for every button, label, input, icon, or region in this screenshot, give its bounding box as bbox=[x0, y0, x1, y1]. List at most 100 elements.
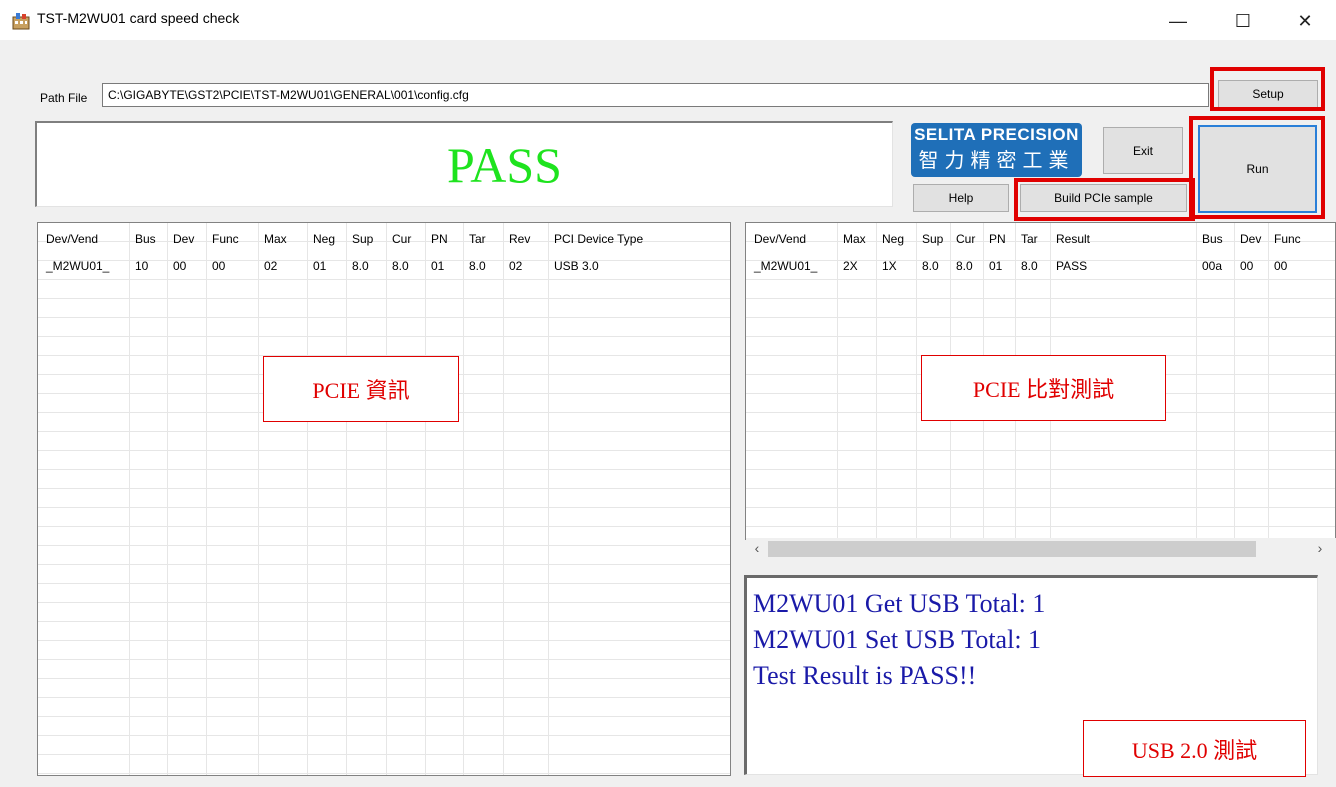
horizontal-scrollbar[interactable]: ‹ › bbox=[746, 538, 1336, 560]
grid-column-line bbox=[837, 223, 838, 539]
table-cell[interactable]: PASS bbox=[1056, 259, 1087, 273]
result-display: PASS bbox=[35, 121, 893, 207]
app-icon bbox=[12, 13, 30, 30]
grid-row-line bbox=[38, 432, 730, 451]
grid-row-line bbox=[38, 337, 730, 356]
help-button[interactable]: Help bbox=[913, 184, 1009, 212]
log-line: M2WU01 Get USB Total: 1 bbox=[753, 589, 1046, 618]
column-header[interactable]: Neg bbox=[313, 232, 335, 246]
table-cell[interactable]: 8.0 bbox=[922, 259, 939, 273]
column-header[interactable]: Bus bbox=[135, 232, 156, 246]
grid-column-line bbox=[346, 223, 347, 775]
grid-row-line bbox=[38, 489, 730, 508]
minimize-button[interactable]: — bbox=[1155, 6, 1201, 36]
column-header[interactable]: Dev/Vend bbox=[754, 232, 806, 246]
table-cell[interactable]: 8.0 bbox=[956, 259, 973, 273]
scroll-left-arrow-icon[interactable]: ‹ bbox=[749, 540, 765, 558]
table-cell[interactable]: 02 bbox=[264, 259, 277, 273]
column-header[interactable]: PN bbox=[431, 232, 448, 246]
table-cell[interactable]: USB 3.0 bbox=[554, 259, 599, 273]
column-header[interactable]: Neg bbox=[882, 232, 904, 246]
grid-row-line bbox=[38, 736, 730, 755]
title-bar: TST-M2WU01 card speed check — ☐ ✕ bbox=[0, 0, 1336, 40]
grid-column-line bbox=[1268, 223, 1269, 539]
logo-english: SELITA PRECISION bbox=[914, 125, 1079, 144]
table-cell[interactable]: _M2WU01_ bbox=[46, 259, 109, 273]
table-cell[interactable]: 00 bbox=[173, 259, 186, 273]
scroll-thumb[interactable] bbox=[768, 541, 1256, 557]
grid-row-line bbox=[38, 698, 730, 717]
grid-column-line bbox=[258, 223, 259, 775]
grid-row-line bbox=[38, 717, 730, 736]
grid-row-line bbox=[746, 470, 1335, 489]
close-button[interactable]: ✕ bbox=[1282, 6, 1328, 36]
column-header[interactable]: PCI Device Type bbox=[554, 232, 643, 246]
column-header[interactable]: Dev bbox=[1240, 232, 1261, 246]
column-header[interactable]: Rev bbox=[509, 232, 530, 246]
column-header[interactable]: Func bbox=[212, 232, 239, 246]
grid-row-line bbox=[746, 489, 1335, 508]
path-file-input[interactable]: C:\GIGABYTE\GST2\PCIE\TST-M2WU01\GENERAL… bbox=[102, 83, 1209, 107]
column-header[interactable]: Result bbox=[1056, 232, 1090, 246]
grid-row-line bbox=[38, 660, 730, 679]
column-header[interactable]: Max bbox=[843, 232, 866, 246]
grid-row-line bbox=[38, 584, 730, 603]
table-cell[interactable]: 01 bbox=[431, 259, 444, 273]
grid-row-line bbox=[38, 565, 730, 584]
column-header[interactable]: Bus bbox=[1202, 232, 1223, 246]
log-line: M2WU01 Set USB Total: 1 bbox=[753, 625, 1042, 654]
grid-column-line bbox=[876, 223, 877, 539]
path-file-label: Path File bbox=[40, 91, 88, 105]
column-header[interactable]: Sup bbox=[352, 232, 373, 246]
column-header[interactable]: PN bbox=[989, 232, 1006, 246]
table-cell[interactable]: 10 bbox=[135, 259, 148, 273]
grid-column-line bbox=[386, 223, 387, 775]
grid-row-line bbox=[38, 280, 730, 299]
table-cell[interactable]: 01 bbox=[989, 259, 1002, 273]
table-cell[interactable]: 00 bbox=[212, 259, 225, 273]
table-cell[interactable]: 00 bbox=[1240, 259, 1253, 273]
column-header[interactable]: Sup bbox=[922, 232, 943, 246]
grid-row-line bbox=[38, 299, 730, 318]
grid-column-line bbox=[307, 223, 308, 775]
column-header[interactable]: Cur bbox=[956, 232, 975, 246]
table-cell[interactable]: 1X bbox=[882, 259, 897, 273]
table-cell[interactable]: 2X bbox=[843, 259, 858, 273]
column-header[interactable]: Dev bbox=[173, 232, 194, 246]
table-cell[interactable]: 8.0 bbox=[392, 259, 409, 273]
grid-row-line bbox=[38, 755, 730, 774]
exit-button[interactable]: Exit bbox=[1103, 127, 1183, 174]
build-pcie-sample-button[interactable]: Build PCIe sample bbox=[1020, 184, 1187, 212]
grid-row-line bbox=[38, 546, 730, 565]
setup-button[interactable]: Setup bbox=[1218, 80, 1318, 108]
table-cell[interactable]: 01 bbox=[313, 259, 326, 273]
result-text: PASS bbox=[447, 136, 562, 193]
column-header[interactable]: Func bbox=[1274, 232, 1301, 246]
table-cell[interactable]: 8.0 bbox=[469, 259, 486, 273]
annotation-usb-test: USB 2.0 測試 bbox=[1083, 720, 1306, 777]
grid-row-line bbox=[38, 470, 730, 489]
column-header[interactable]: Cur bbox=[392, 232, 411, 246]
table-cell[interactable]: 8.0 bbox=[1021, 259, 1038, 273]
column-header[interactable]: Max bbox=[264, 232, 287, 246]
scroll-right-arrow-icon[interactable]: › bbox=[1312, 540, 1328, 558]
window-title: TST-M2WU01 card speed check bbox=[37, 10, 240, 26]
grid-row-line bbox=[746, 432, 1335, 451]
column-header[interactable]: Dev/Vend bbox=[46, 232, 98, 246]
run-button[interactable]: Run bbox=[1198, 125, 1317, 213]
table-cell[interactable]: 00 bbox=[1274, 259, 1287, 273]
table-cell[interactable]: 02 bbox=[509, 259, 522, 273]
pcie-info-table[interactable]: Dev/Vend Bus Dev Func Max Neg Sup Cur PN Tar Rev PC… bbox=[37, 222, 731, 776]
table-cell[interactable]: 00a bbox=[1202, 259, 1222, 273]
grid-row-line bbox=[38, 318, 730, 337]
annotation-pcie-info: PCIE 資訊 bbox=[263, 356, 459, 422]
column-header[interactable]: Tar bbox=[1021, 232, 1038, 246]
grid-column-line bbox=[167, 223, 168, 775]
table-cell[interactable]: 8.0 bbox=[352, 259, 369, 273]
maximize-button[interactable]: ☐ bbox=[1220, 6, 1266, 36]
grid-column-line bbox=[463, 223, 464, 775]
column-header[interactable]: Tar bbox=[469, 232, 486, 246]
grid-row-line bbox=[746, 451, 1335, 470]
table-cell[interactable]: _M2WU01_ bbox=[754, 259, 817, 273]
grid-row-line bbox=[38, 641, 730, 660]
